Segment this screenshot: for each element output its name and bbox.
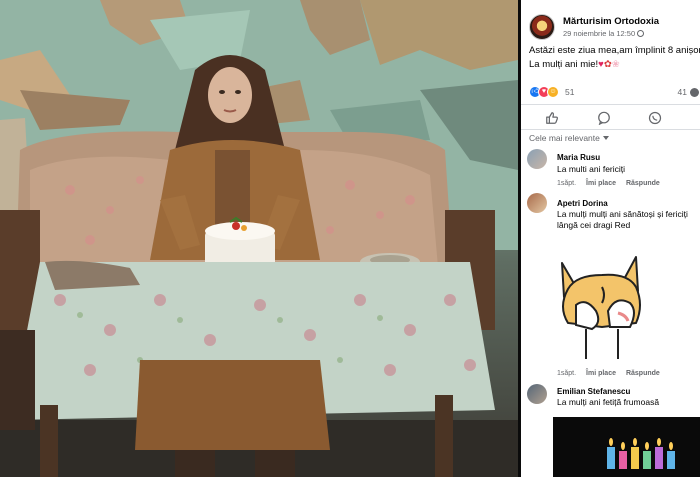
post-text-line1: Astăzi este ziua mea,am împlinit 8 anișo… [529, 45, 700, 56]
comment-reply-button[interactable]: Răspunde [626, 180, 660, 187]
happy-birthday-gif[interactable] [553, 417, 700, 477]
page-avatar[interactable] [529, 14, 555, 40]
thumbs-up-icon[interactable] [545, 111, 559, 125]
comment-sort-label[interactable]: Cele mai relevante [529, 133, 600, 143]
comment-text: La mulți mulți ani sănătoși și fericiți … [557, 209, 688, 231]
rose-icon: ✿ [603, 59, 612, 70]
comment-text: La multi ani fericiți [557, 164, 626, 174]
post-text-line2-content: La mulți ani mie! [529, 59, 599, 70]
comment-time[interactable]: 1săpt. [557, 180, 576, 187]
avatar[interactable] [527, 384, 547, 404]
comment-text-line1: La mulți mulți ani sănătoși și fericiți [557, 209, 688, 219]
chevron-down-icon [602, 136, 609, 140]
corgi-sticker[interactable] [556, 253, 646, 365]
post-date-text[interactable]: 29 noiembrie la 12:50 [563, 29, 635, 38]
post-photo[interactable] [0, 0, 518, 477]
comment-text-line2: lângă cei dragi Red [557, 220, 631, 230]
comment-text: La mulți ani fetiță frumoasă [557, 397, 660, 407]
comment-time[interactable]: 1săpt. [557, 370, 576, 377]
comment-author[interactable]: Apetri Dorina [557, 199, 608, 208]
post-panel: Mărturisim Ortodoxia 29 noiembrie la 12:… [521, 0, 700, 477]
comment-author[interactable]: Maria Rusu [557, 153, 600, 162]
reaction-count[interactable]: 51 [565, 87, 574, 97]
comment-count[interactable]: 41 [678, 87, 687, 97]
post-text: Astăzi este ziua mea,am împlinit 8 anișo… [529, 44, 700, 72]
comment-like-button[interactable]: Îmi place [586, 370, 616, 377]
care-reaction-icon: ☺ [547, 86, 559, 98]
reaction-summary[interactable]: 👍︎ ♥ ☺ 51 41 [529, 86, 700, 100]
cake-icon: ❀ [611, 59, 620, 70]
comment-sort-dropdown[interactable]: Cele mai relevante [529, 133, 609, 143]
comment-bubble-icon[interactable] [597, 111, 611, 125]
comment-count-icon [690, 88, 699, 97]
comment-item: Maria Rusu La multi ani fericiți 1săpt. … [527, 149, 699, 195]
whatsapp-icon[interactable] [648, 111, 662, 125]
comment-item: Apetri Dorina La mulți mulți ani sănătoș… [527, 193, 699, 253]
post-text-line2: La mulți ani mie!♥✿❀ [529, 58, 700, 72]
photo-illustration [0, 0, 518, 477]
avatar[interactable] [527, 149, 547, 169]
comment-actions: 1săpt. Îmi place Răspunde [557, 370, 668, 377]
comment-reply-button[interactable]: Răspunde [626, 370, 660, 377]
birthday-candles-image [607, 438, 675, 469]
globe-icon [637, 30, 645, 37]
post-timestamp[interactable]: 29 noiembrie la 12:50 [563, 29, 645, 38]
post-header: Mărturisim Ortodoxia 29 noiembrie la 12:… [529, 14, 699, 44]
comment-like-button[interactable]: Îmi place [586, 180, 616, 187]
page-name[interactable]: Mărturisim Ortodoxia [563, 16, 659, 27]
post-action-bar [521, 104, 700, 130]
comment-actions: 1săpt. Îmi place Răspunde [557, 180, 668, 187]
comment-author[interactable]: Emilian Stefanescu [557, 387, 630, 396]
comment-item: Emilian Stefanescu La mulți ani fetiță f… [527, 380, 699, 416]
avatar[interactable] [527, 193, 547, 213]
